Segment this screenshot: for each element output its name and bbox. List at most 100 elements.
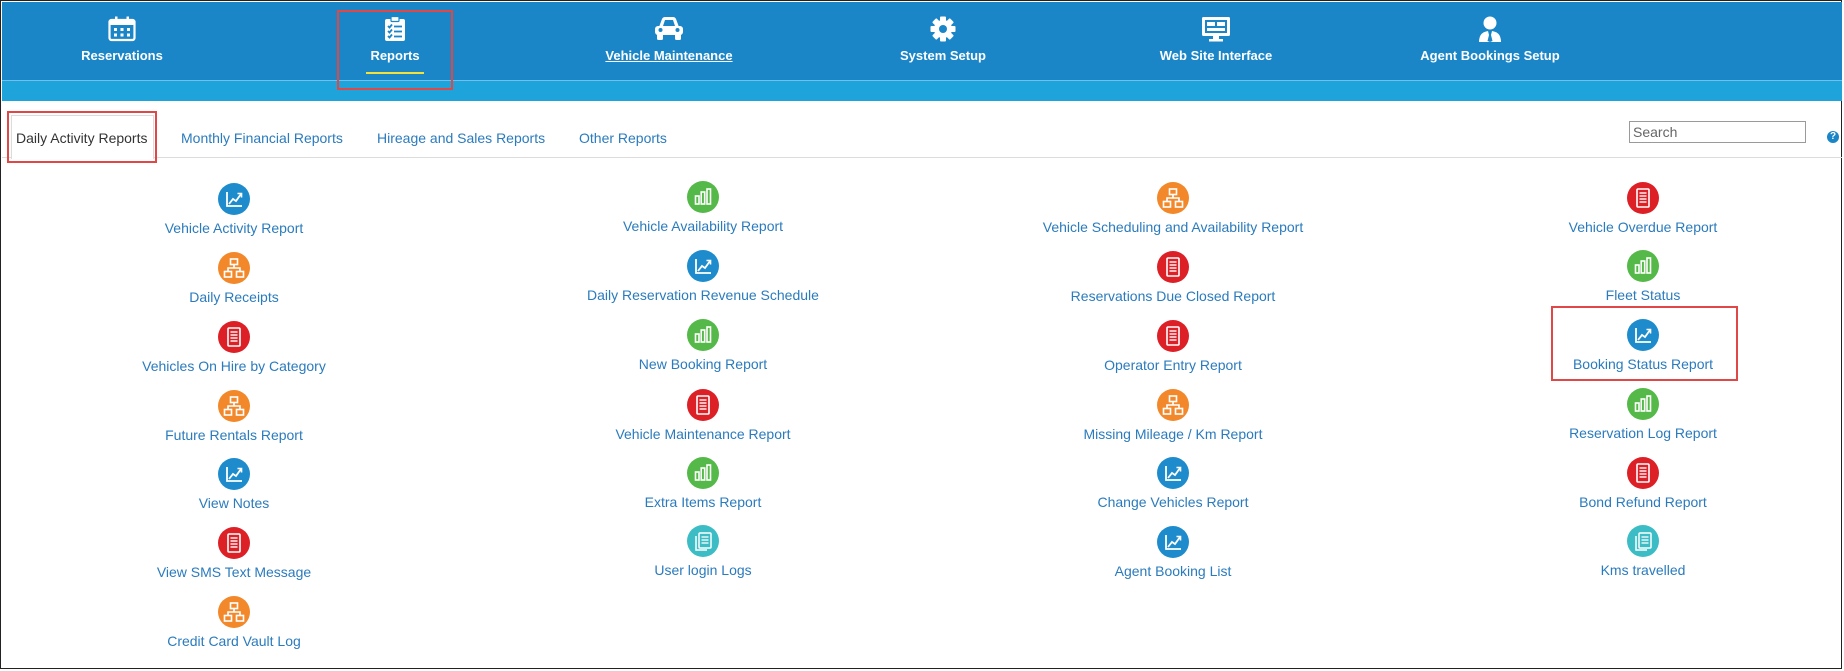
report-vehicle-overdue[interactable]: Vehicle Overdue Report: [1473, 182, 1813, 235]
report-label: Credit Card Vault Log: [167, 633, 301, 649]
report-missing-mileage-km[interactable]: Missing Mileage / Km Report: [1003, 389, 1343, 442]
report-booking-status[interactable]: Booking Status Report: [1473, 319, 1813, 372]
report-label: Operator Entry Report: [1104, 357, 1242, 373]
tabs-divider: [2, 157, 1842, 158]
nav-item-agent-bookings-setup[interactable]: Agent Bookings Setup: [1390, 16, 1590, 63]
nav-item-reports[interactable]: Reports: [295, 16, 495, 74]
green-bars-icon: [687, 181, 719, 213]
nav-label-reports: Reports: [370, 48, 420, 63]
report-agent-booking-list[interactable]: Agent Booking List: [1003, 526, 1343, 579]
red-document-icon: [1627, 457, 1659, 489]
report-vehicle-activity[interactable]: Vehicle Activity Report: [64, 183, 404, 236]
search-input[interactable]: [1629, 121, 1806, 143]
report-label: Bond Refund Report: [1579, 494, 1707, 510]
report-future-rentals[interactable]: Future Rentals Report: [64, 390, 404, 443]
report-credit-card-vault-log[interactable]: Credit Card Vault Log: [64, 596, 404, 649]
nav-item-system-setup[interactable]: System Setup: [843, 16, 1043, 63]
green-bars-icon: [687, 457, 719, 489]
report-vehicles-on-hire-by-category[interactable]: Vehicles On Hire by Category: [64, 321, 404, 374]
blue-chart-icon: [1627, 319, 1659, 351]
green-bars-icon: [1627, 388, 1659, 420]
checklist-icon: [385, 16, 405, 41]
nav-item-reservations[interactable]: Reservations: [22, 16, 222, 63]
report-daily-reservation-revenue-schedule[interactable]: Daily Reservation Revenue Schedule: [533, 250, 873, 303]
gear-icon: [930, 16, 956, 42]
report-reservation-log[interactable]: Reservation Log Report: [1473, 388, 1813, 441]
report-label: View SMS Text Message: [156, 564, 312, 580]
red-document-icon: [1627, 182, 1659, 214]
report-label: Extra Items Report: [644, 494, 762, 510]
report-label: Reservation Log Report: [1569, 425, 1717, 441]
orange-hierarchy-icon: [1157, 182, 1189, 214]
report-reservations-due-closed[interactable]: Reservations Due Closed Report: [1003, 251, 1343, 304]
orange-hierarchy-icon: [218, 252, 250, 284]
report-vehicle-scheduling-and-availability[interactable]: Vehicle Scheduling and Availability Repo…: [1003, 182, 1343, 235]
report-operator-entry[interactable]: Operator Entry Report: [1003, 320, 1343, 373]
teal-docs-icon: [687, 525, 719, 557]
report-change-vehicles[interactable]: Change Vehicles Report: [1003, 457, 1343, 510]
report-bond-refund[interactable]: Bond Refund Report: [1473, 457, 1813, 510]
sub-nav-bar: [2, 81, 1842, 101]
blue-chart-icon: [1157, 457, 1189, 489]
monitor-icon: [1202, 17, 1230, 42]
report-label: Daily Receipts: [189, 289, 279, 305]
teal-docs-icon: [1627, 525, 1659, 557]
report-vehicle-availability[interactable]: Vehicle Availability Report: [533, 181, 873, 234]
blue-chart-icon: [687, 250, 719, 282]
calendar-icon: [108, 16, 136, 42]
report-label: Change Vehicles Report: [1097, 494, 1249, 510]
report-kms-travelled[interactable]: Kms travelled: [1473, 525, 1813, 578]
report-label: Agent Booking List: [1114, 563, 1232, 579]
report-label: Vehicle Scheduling and Availability Repo…: [1042, 219, 1304, 235]
red-document-icon: [687, 389, 719, 421]
report-label: Fleet Status: [1605, 287, 1681, 303]
report-label: Vehicle Overdue Report: [1568, 219, 1718, 235]
blue-chart-icon: [218, 458, 250, 490]
report-new-booking[interactable]: New Booking Report: [533, 319, 873, 372]
report-fleet-status[interactable]: Fleet Status: [1473, 250, 1813, 303]
report-label: Kms travelled: [1600, 562, 1686, 578]
nav-label-reservations: Reservations: [81, 48, 163, 63]
orange-hierarchy-icon: [218, 596, 250, 628]
nav-item-web-site-interface[interactable]: Web Site Interface: [1116, 16, 1316, 63]
active-nav-underline: [366, 72, 424, 74]
red-document-icon: [218, 321, 250, 353]
tab-daily-activity-reports[interactable]: Daily Activity Reports: [16, 130, 147, 146]
report-label: New Booking Report: [638, 356, 768, 372]
tab-other-reports[interactable]: Other Reports: [579, 130, 667, 146]
car-icon: [655, 17, 683, 40]
orange-hierarchy-icon: [218, 390, 250, 422]
report-label: Future Rentals Report: [165, 427, 303, 443]
report-extra-items[interactable]: Extra Items Report: [533, 457, 873, 510]
report-label: Booking Status Report: [1572, 356, 1714, 372]
nav-label-vehicle-maintenance: Vehicle Maintenance: [605, 48, 733, 63]
tab-monthly-financial-reports[interactable]: Monthly Financial Reports: [181, 130, 343, 146]
report-vehicle-maintenance[interactable]: Vehicle Maintenance Report: [533, 389, 873, 442]
red-document-icon: [1157, 320, 1189, 352]
report-label: Reservations Due Closed Report: [1070, 288, 1276, 304]
nav-label-web-site-interface: Web Site Interface: [1159, 48, 1273, 63]
nav-item-vehicle-maintenance[interactable]: Vehicle Maintenance: [569, 16, 769, 63]
report-label: User login Logs: [654, 562, 752, 578]
blue-chart-icon: [1157, 526, 1189, 558]
report-view-notes[interactable]: View Notes: [64, 458, 404, 511]
report-label: Daily Reservation Revenue Schedule: [587, 287, 819, 303]
nav-label-system-setup: System Setup: [900, 48, 986, 63]
report-daily-receipts[interactable]: Daily Receipts: [64, 252, 404, 305]
orange-hierarchy-icon: [1157, 389, 1189, 421]
agent-icon: [1479, 16, 1501, 42]
report-view-sms-text-message[interactable]: View SMS Text Message: [64, 527, 404, 580]
top-nav-bar: Reservations Reports Vehicle Maintenance: [2, 2, 1842, 82]
tab-hireage-and-sales-reports[interactable]: Hireage and Sales Reports: [377, 130, 545, 146]
green-bars-icon: [1627, 250, 1659, 282]
report-label: Vehicle Maintenance Report: [615, 426, 791, 442]
nav-label-agent-bookings-setup: Agent Bookings Setup: [1420, 48, 1560, 63]
report-label: Vehicles On Hire by Category: [142, 358, 326, 374]
report-label: Vehicle Activity Report: [164, 220, 304, 236]
report-label: View Notes: [198, 495, 270, 511]
report-user-login-logs[interactable]: User login Logs: [533, 525, 873, 578]
help-icon[interactable]: ?: [1827, 131, 1839, 143]
red-document-icon: [1157, 251, 1189, 283]
red-document-icon: [218, 527, 250, 559]
report-label: Vehicle Availability Report: [622, 218, 784, 234]
